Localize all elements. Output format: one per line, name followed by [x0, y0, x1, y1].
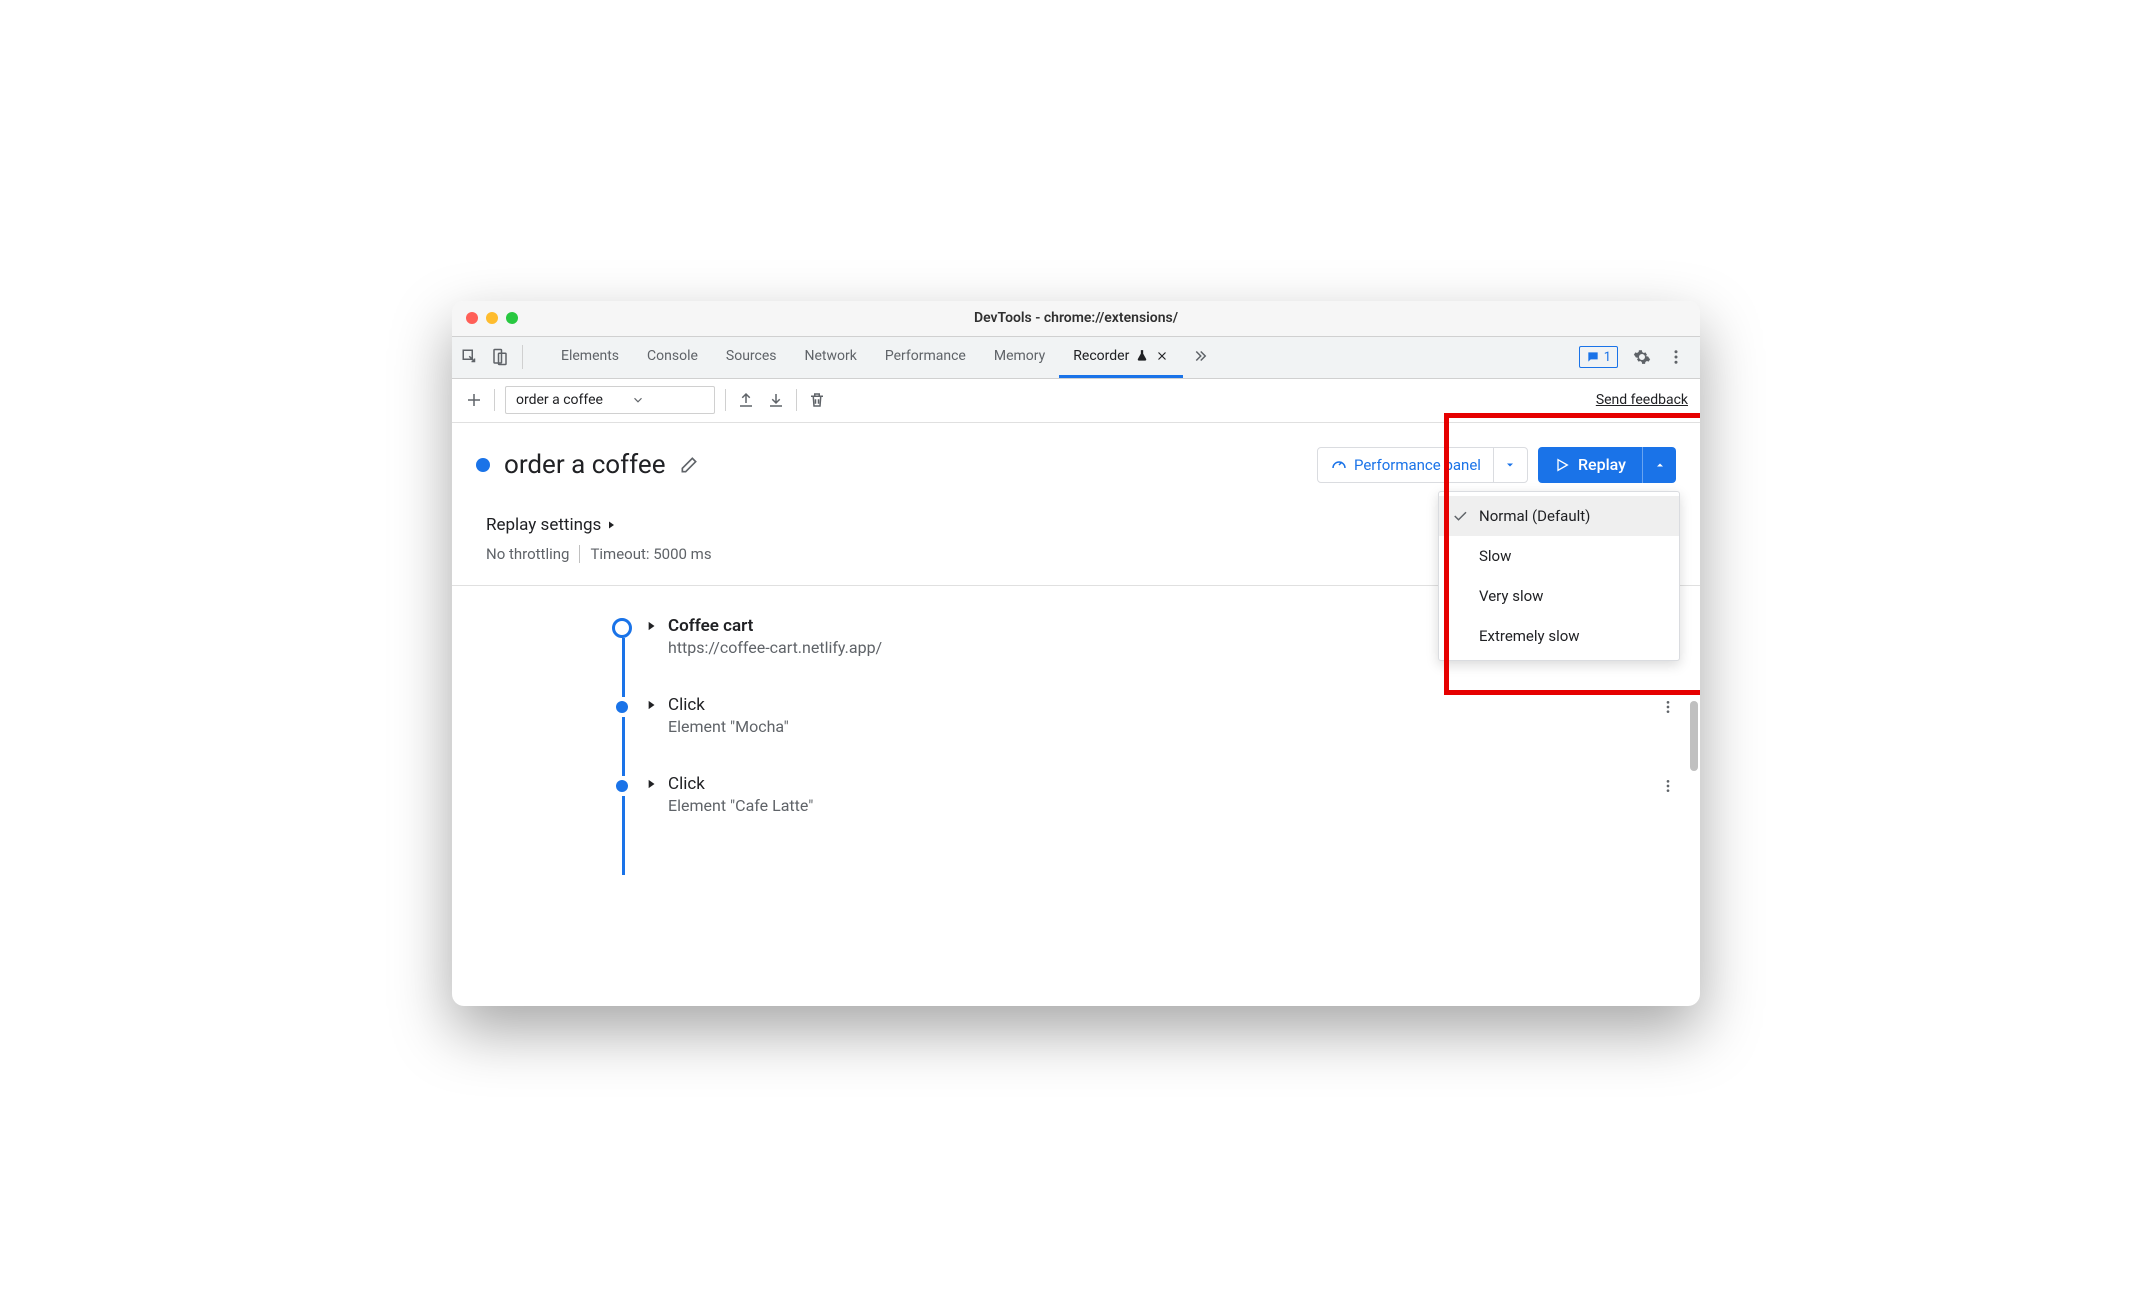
send-feedback-link[interactable]: Send feedback — [1596, 392, 1688, 408]
more-vertical-icon — [1660, 778, 1676, 794]
divider — [579, 545, 580, 563]
step-title: Click — [668, 695, 1678, 715]
throttling-value: No throttling — [486, 545, 569, 563]
divider — [522, 345, 523, 369]
recording-selector-label: order a coffee — [516, 392, 603, 408]
step-title: Click — [668, 774, 1678, 794]
panel-tabs: Elements Console Sources Network Perform… — [547, 337, 1217, 378]
caret-right-icon[interactable] — [644, 777, 658, 791]
replay-option-normal[interactable]: Normal (Default) — [1439, 496, 1679, 536]
timeline-connector — [622, 638, 625, 697]
timeout-value: Timeout: 5000 ms — [590, 545, 711, 563]
performance-panel-main[interactable]: Performance panel — [1318, 456, 1493, 474]
replay-option-label: Normal (Default) — [1479, 507, 1590, 525]
play-icon — [1554, 457, 1570, 473]
more-tabs-button[interactable] — [1183, 337, 1217, 378]
step-marker — [616, 780, 628, 792]
recording-header: order a coffee Performance panel Replay — [452, 423, 1700, 495]
performance-panel-label: Performance panel — [1354, 456, 1481, 474]
replay-option-label: Extremely slow — [1479, 627, 1580, 645]
step-menu-button[interactable] — [1658, 697, 1678, 717]
titlebar: DevTools - chrome://extensions/ — [452, 301, 1700, 337]
inspect-element-icon[interactable] — [460, 347, 480, 367]
flask-icon — [1135, 349, 1149, 363]
tab-performance[interactable]: Performance — [871, 337, 980, 378]
chevrons-right-icon — [1191, 347, 1209, 365]
tab-console[interactable]: Console — [633, 337, 712, 378]
chevron-down-icon — [631, 393, 645, 407]
divider — [725, 389, 726, 411]
scrollbar-thumb[interactable] — [1690, 701, 1698, 771]
more-menu-icon[interactable] — [1666, 347, 1686, 367]
recorder-toolbar: order a coffee Send feedback — [452, 379, 1700, 423]
export-button[interactable] — [736, 390, 756, 410]
replay-button[interactable]: Replay — [1538, 447, 1642, 483]
panel-tabbar: Elements Console Sources Network Perform… — [452, 337, 1700, 379]
more-vertical-icon — [1660, 699, 1676, 715]
replay-button-group: Replay — [1538, 447, 1676, 483]
replay-option-extremely-slow[interactable]: Extremely slow — [1439, 616, 1679, 656]
tab-memory[interactable]: Memory — [980, 337, 1059, 378]
divider — [494, 389, 495, 411]
traffic-lights — [466, 312, 518, 324]
recording-title: order a coffee — [504, 450, 665, 480]
replay-option-label: Very slow — [1479, 587, 1543, 605]
gauge-icon — [1330, 456, 1348, 474]
replay-speed-caret[interactable] — [1642, 447, 1676, 483]
tab-recorder[interactable]: Recorder — [1059, 337, 1183, 378]
check-icon — [1451, 507, 1469, 525]
performance-panel-button: Performance panel — [1317, 447, 1528, 483]
step-marker-start — [612, 618, 632, 638]
devtools-window: DevTools - chrome://extensions/ Elements… — [452, 301, 1700, 1006]
header-actions: Performance panel Replay No — [1317, 447, 1676, 483]
message-icon — [1586, 350, 1600, 364]
minimize-window-button[interactable] — [486, 312, 498, 324]
tabbar-left-tools — [460, 337, 543, 378]
close-icon[interactable] — [1155, 349, 1169, 363]
settings-icon[interactable] — [1632, 347, 1652, 367]
step-subtitle: Element "Mocha" — [668, 717, 1678, 736]
issues-count: 1 — [1604, 350, 1611, 365]
tab-elements[interactable]: Elements — [547, 337, 633, 378]
issues-badge[interactable]: 1 — [1579, 346, 1618, 368]
caret-down-icon — [1504, 459, 1516, 471]
performance-panel-caret[interactable] — [1493, 448, 1527, 482]
step-subtitle: Element "Cafe Latte" — [668, 796, 1678, 815]
caret-right-icon — [605, 519, 617, 531]
step-menu-button[interactable] — [1658, 776, 1678, 796]
add-recording-button[interactable] — [464, 390, 484, 410]
divider — [796, 389, 797, 411]
replay-option-very-slow[interactable]: Very slow — [1439, 576, 1679, 616]
recording-status-dot — [476, 458, 490, 472]
timeline-connector — [622, 717, 625, 776]
tabbar-right: 1 — [1579, 337, 1692, 378]
tab-sources[interactable]: Sources — [712, 337, 791, 378]
caret-right-icon[interactable] — [644, 619, 658, 633]
device-toolbar-icon[interactable] — [490, 347, 510, 367]
recording-selector[interactable]: order a coffee — [505, 386, 715, 414]
close-window-button[interactable] — [466, 312, 478, 324]
caret-right-icon[interactable] — [644, 698, 658, 712]
maximize-window-button[interactable] — [506, 312, 518, 324]
import-button[interactable] — [766, 390, 786, 410]
step-item[interactable]: Click Element "Cafe Latte" — [612, 774, 1678, 815]
replay-option-slow[interactable]: Slow — [1439, 536, 1679, 576]
replay-option-label: Slow — [1479, 547, 1511, 565]
replay-label: Replay — [1578, 455, 1626, 474]
replay-settings-label: Replay settings — [486, 515, 601, 535]
caret-up-icon — [1654, 459, 1666, 471]
step-item[interactable]: Click Element "Mocha" — [612, 695, 1678, 736]
delete-button[interactable] — [807, 390, 827, 410]
edit-title-button[interactable] — [679, 455, 699, 475]
timeline-connector — [622, 796, 625, 875]
window-title: DevTools - chrome://extensions/ — [452, 310, 1700, 326]
replay-speed-dropdown: Normal (Default) Slow Very slow Extremel… — [1438, 491, 1680, 661]
tab-network[interactable]: Network — [791, 337, 871, 378]
step-marker — [616, 701, 628, 713]
